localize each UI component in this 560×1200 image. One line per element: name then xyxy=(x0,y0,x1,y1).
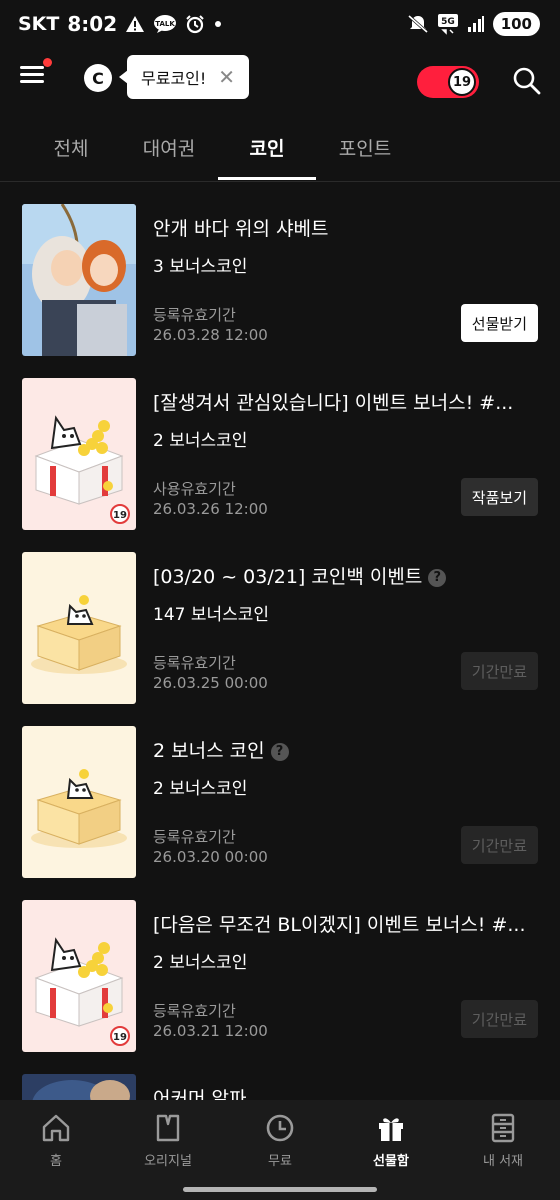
list-item[interactable]: 19 [다음은 무조건 BL이겠지] 이벤트 보너스! #... 2 보너스코인… xyxy=(0,886,560,1060)
carrier-label: SKT xyxy=(18,13,60,35)
nav-original-label: 오리지널 xyxy=(144,1154,192,1169)
mute-icon xyxy=(407,14,429,34)
expiry-date: 26.03.26 12:00 xyxy=(153,500,268,518)
nav-free[interactable]: 무료 xyxy=(235,1112,325,1169)
nav-giftbox-label: 선물함 xyxy=(373,1154,409,1169)
item-title-text: [03/20 ~ 03/21] 코인백 이벤트 xyxy=(153,566,423,588)
tab-coin[interactable]: 코인 xyxy=(218,134,316,180)
item-title: [03/20 ~ 03/21] 코인백 이벤트? xyxy=(153,562,543,589)
original-icon xyxy=(156,1114,180,1142)
gift-box-thumbnail[interactable]: 19 xyxy=(22,378,136,530)
bonus-coin-amount: 2 보너스코인 xyxy=(153,431,248,451)
expiry-label: 등록유효기간 xyxy=(153,306,236,324)
bonus-coin-amount: 2 보너스코인 xyxy=(153,953,248,973)
network-5g-icon: 5G xyxy=(437,13,459,35)
coin-bag-thumbnail[interactable] xyxy=(22,726,136,878)
expired-button: 기간만료 xyxy=(460,826,538,864)
bonus-coin-amount: 147 보너스코인 xyxy=(153,605,270,625)
menu-line xyxy=(20,66,44,69)
bonus-coin-amount: 3 보너스코인 xyxy=(153,257,248,277)
webtoon-thumbnail[interactable] xyxy=(22,204,136,356)
nav-giftbox[interactable]: 선물함 xyxy=(346,1112,436,1169)
nav-original[interactable]: 오리지널 xyxy=(123,1112,213,1169)
notification-dot-icon xyxy=(213,19,223,29)
nav-home[interactable]: 홈 xyxy=(11,1112,101,1169)
nav-library[interactable]: 내 서재 xyxy=(458,1112,548,1169)
item-title-text: 2 보너스 코인 xyxy=(153,740,265,762)
svg-text:TALK: TALK xyxy=(155,20,175,28)
free-coin-tooltip[interactable]: 무료코인! ✕ xyxy=(118,55,250,99)
nav-home-label: 홈 xyxy=(50,1154,62,1169)
expiry-date: 26.03.20 00:00 xyxy=(153,848,268,866)
tab-rental[interactable]: 대여권 xyxy=(120,134,218,180)
expiry-label: 등록유효기간 xyxy=(153,828,236,846)
svg-text:19: 19 xyxy=(113,1032,127,1043)
gift-list: 안개 바다 위의 샤베트 3 보너스코인 등록유효기간 26.03.28 12:… xyxy=(0,190,560,1200)
help-icon[interactable]: ? xyxy=(428,568,447,587)
menu-line xyxy=(20,80,44,83)
status-bar-right: 5G 100 xyxy=(407,12,540,36)
nav-library-label: 내 서재 xyxy=(482,1154,523,1169)
tab-point[interactable]: 포인트 xyxy=(316,134,414,180)
home-icon xyxy=(42,1114,70,1142)
app-header: C 무료코인! ✕ 19 xyxy=(0,52,560,108)
expiry-label: 등록유효기간 xyxy=(153,1002,236,1020)
svg-text:19: 19 xyxy=(113,510,127,521)
item-title: 안개 바다 위의 샤베트 xyxy=(153,218,329,240)
menu-notification-dot xyxy=(43,58,52,67)
warning-icon xyxy=(125,15,145,33)
clock-icon xyxy=(266,1114,294,1142)
adult-badge: 19 xyxy=(448,68,476,96)
expiry-label: 사용유효기간 xyxy=(153,480,236,498)
svg-text:5G: 5G xyxy=(441,17,455,27)
list-item[interactable]: 19 [잘생겨서 관심있습니다] 이벤트 보너스! #... 2 보너스코인 사… xyxy=(0,364,560,538)
expired-button: 기간만료 xyxy=(460,1000,538,1038)
search-icon[interactable] xyxy=(512,66,542,100)
expiry-date: 26.03.28 12:00 xyxy=(153,326,268,344)
expiry-label: 등록유효기간 xyxy=(153,654,236,672)
home-indicator[interactable] xyxy=(183,1187,377,1192)
view-work-button[interactable]: 작품보기 xyxy=(460,478,538,516)
expiry-date: 26.03.25 00:00 xyxy=(153,674,268,692)
battery-level: 100 xyxy=(492,12,540,36)
active-tab-indicator xyxy=(218,177,316,180)
coin-bag-thumbnail[interactable] xyxy=(22,552,136,704)
nav-free-label: 무료 xyxy=(268,1154,292,1169)
talk-icon: TALK xyxy=(153,14,177,34)
clock-time: 8:02 xyxy=(67,12,118,36)
signal-icon xyxy=(467,15,485,33)
expired-button: 기간만료 xyxy=(460,652,538,690)
list-item[interactable]: 2 보너스 코인? 2 보너스코인 등록유효기간 26.03.20 00:00 … xyxy=(0,712,560,886)
item-title: [다음은 무조건 BL이겠지] 이벤트 보너스! #... xyxy=(153,914,526,936)
bonus-coin-amount: 2 보너스코인 xyxy=(153,779,248,799)
gift-tabs: 전체 대여권 코인 포인트 xyxy=(0,120,560,182)
help-icon[interactable]: ? xyxy=(270,742,289,761)
receive-gift-button[interactable]: 선물받기 xyxy=(460,304,538,342)
tab-all[interactable]: 전체 xyxy=(22,134,120,180)
list-item[interactable]: 안개 바다 위의 샤베트 3 보너스코인 등록유효기간 26.03.28 12:… xyxy=(0,190,560,364)
adult-content-toggle[interactable]: 19 xyxy=(417,66,479,98)
gift-box-thumbnail[interactable]: 19 xyxy=(22,900,136,1052)
close-icon[interactable]: ✕ xyxy=(218,65,235,89)
coin-logo-icon[interactable]: C xyxy=(84,64,112,92)
item-title: [잘생겨서 관심있습니다] 이벤트 보너스! #... xyxy=(153,392,514,414)
free-coin-label: 무료코인! xyxy=(141,69,207,88)
expiry-date: 26.03.21 12:00 xyxy=(153,1022,268,1040)
menu-button[interactable] xyxy=(20,62,48,90)
item-title: 2 보너스 코인? xyxy=(153,736,543,763)
alarm-icon xyxy=(185,14,205,34)
bottom-navigation: 홈 오리지널 무료 선물함 내 서재 xyxy=(0,1100,560,1200)
list-item[interactable]: [03/20 ~ 03/21] 코인백 이벤트? 147 보너스코인 등록유효기… xyxy=(0,538,560,712)
menu-line xyxy=(20,73,44,76)
status-bar: SKT 8:02 TALK 5G 100 xyxy=(0,0,560,52)
bookshelf-icon xyxy=(491,1113,515,1143)
status-bar-left: SKT 8:02 TALK xyxy=(18,12,223,36)
gift-icon xyxy=(379,1118,403,1141)
